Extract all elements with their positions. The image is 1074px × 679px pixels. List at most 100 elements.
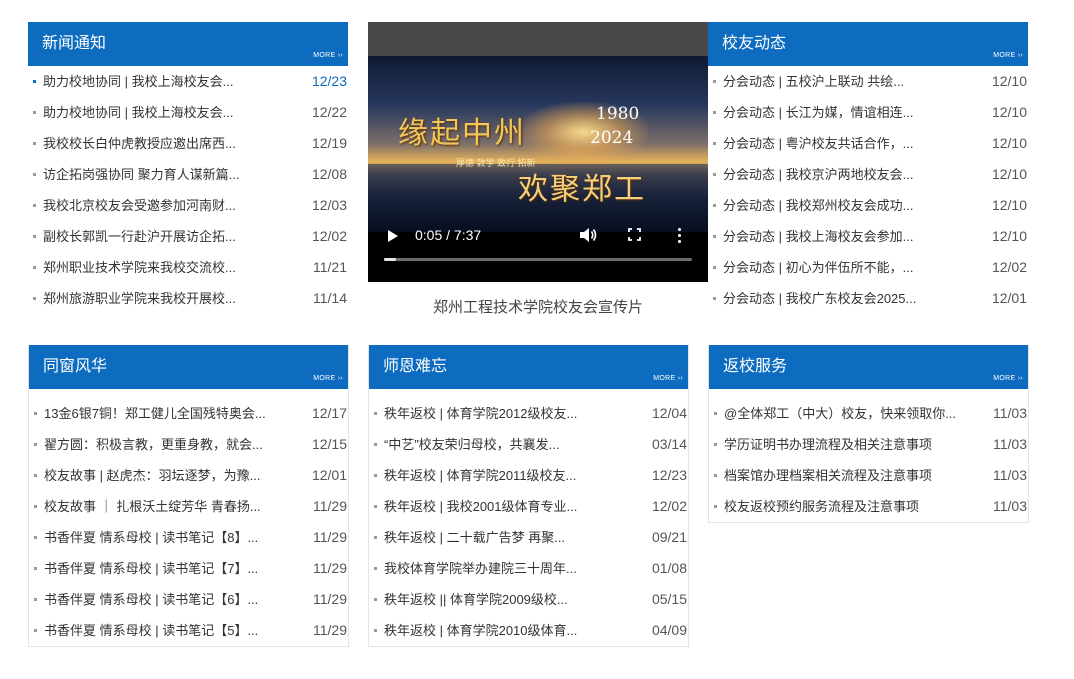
item-title[interactable]: 秩年返校 | 二十载广告梦 再聚... <box>384 522 565 553</box>
list-item[interactable]: 访企拓岗强协同 聚力育人谋新篇... 12/08 <box>28 159 348 190</box>
list-item[interactable]: 校友故事 ｜ 扎根沃土绽芳华 青春扬... 11/29 <box>29 491 348 522</box>
item-date: 11/03 <box>993 436 1027 452</box>
list-item[interactable]: 助力校地协同 | 我校上海校友会... 12/23 <box>28 66 348 97</box>
item-title[interactable]: 秩年返校 || 体育学院2009级校... <box>384 584 568 615</box>
item-title[interactable]: 分会动态 | 长江为媒，情谊相连... <box>723 97 913 128</box>
item-title[interactable]: 书香伴夏 情系母校 | 读书笔记【5】... <box>44 615 258 646</box>
item-title[interactable]: 秩年返校 | 体育学院2010级体育... <box>384 615 577 646</box>
item-title[interactable]: 学历证明书办理流程及相关注意事项 <box>724 429 932 460</box>
news-panel: 新闻通知 MORE ›› 助力校地协同 | 我校上海校友会... 12/23 助力… <box>28 22 348 316</box>
item-date: 11/29 <box>313 560 347 576</box>
more-options-icon[interactable] <box>678 227 682 243</box>
service-more-link[interactable]: MORE ›› <box>993 375 1023 383</box>
list-item[interactable]: 书香伴夏 情系母校 | 读书笔记【7】... 11/29 <box>29 553 348 584</box>
item-title[interactable]: 校友返校预约服务流程及注意事项 <box>724 491 919 522</box>
bullet-icon <box>374 412 377 415</box>
list-item[interactable]: 书香伴夏 情系母校 | 读书笔记【6】... 11/29 <box>29 584 348 615</box>
volume-icon[interactable] <box>579 227 597 243</box>
fullscreen-icon[interactable] <box>628 228 641 241</box>
list-item[interactable]: 郑州旅游职业学院来我校开展校... 11/14 <box>28 283 348 314</box>
item-title[interactable]: 分会动态 | 粤沪校友共话合作，... <box>723 128 913 159</box>
list-item[interactable]: 秩年返校 | 体育学院2010级体育... 04/09 <box>369 615 688 646</box>
list-item[interactable]: 分会动态 | 初心为伴伍所不能，... 12/02 <box>708 252 1028 283</box>
teachers-more-link[interactable]: MORE ›› <box>653 375 683 383</box>
bullet-icon <box>374 567 377 570</box>
list-item[interactable]: @全体郑工（中大）校友，快来领取你... 11/03 <box>709 398 1028 429</box>
list-item[interactable]: 郑州职业技术学院来我校交流校... 11/21 <box>28 252 348 283</box>
item-title[interactable]: 访企拓岗强协同 聚力育人谋新篇... <box>43 159 239 190</box>
item-title[interactable]: 校友故事 | 赵虎杰：羽坛逐梦，为豫... <box>44 460 260 491</box>
item-title[interactable]: 分会动态 | 五校沪上联动 共绘... <box>723 66 904 97</box>
item-title[interactable]: 我校体育学院举办建院三十周年... <box>384 553 577 584</box>
list-item[interactable]: 分会动态 | 长江为媒，情谊相连... 12/10 <box>708 97 1028 128</box>
list-item[interactable]: 分会动态 | 我校郑州校友会成功... 12/10 <box>708 190 1028 221</box>
item-title[interactable]: 书香伴夏 情系母校 | 读书笔记【7】... <box>44 553 258 584</box>
list-item[interactable]: 档案馆办理档案相关流程及注意事项 11/03 <box>709 460 1028 491</box>
news-more-link[interactable]: MORE ›› <box>313 52 343 60</box>
item-title[interactable]: 翟方圆：积极言教，更重身教，就会... <box>44 429 263 460</box>
item-title[interactable]: 郑州职业技术学院来我校交流校... <box>43 252 236 283</box>
list-item[interactable]: 分会动态 | 五校沪上联动 共绘... 12/10 <box>708 66 1028 97</box>
list-item[interactable]: 分会动态 | 我校上海校友会参加... 12/10 <box>708 221 1028 252</box>
item-date: 12/10 <box>991 197 1027 213</box>
list-item[interactable]: 13金6银7铜！郑工健儿全国残特奥会... 12/17 <box>29 398 348 429</box>
video-progress-bar[interactable] <box>384 258 692 261</box>
item-title[interactable]: 助力校地协同 | 我校上海校友会... <box>43 66 233 97</box>
item-title[interactable]: 书香伴夏 情系母校 | 读书笔记【8】... <box>44 522 258 553</box>
item-title[interactable]: 秩年返校 | 体育学院2012级校友... <box>384 398 577 429</box>
item-date: 11/03 <box>993 498 1027 514</box>
bullet-icon <box>713 80 716 83</box>
item-title[interactable]: 我校校长白仲虎教授应邀出席西... <box>43 128 236 159</box>
list-item[interactable]: 秩年返校 || 体育学院2009级校... 05/15 <box>369 584 688 615</box>
item-title[interactable]: “中艺”校友荣归母校，共襄发... <box>384 429 560 460</box>
list-item[interactable]: 副校长郭凯一行赴沪开展访企拓... 12/02 <box>28 221 348 252</box>
news-panel-title: 新闻通知 <box>42 35 107 52</box>
teachers-panel-title: 师恩难忘 <box>383 358 448 375</box>
item-date: 11/29 <box>313 498 347 514</box>
list-item[interactable]: 学历证明书办理流程及相关注意事项 11/03 <box>709 429 1028 460</box>
item-title[interactable]: 分会动态 | 初心为伴伍所不能，... <box>723 252 913 283</box>
item-title[interactable]: @全体郑工（中大）校友，快来领取你... <box>724 398 956 429</box>
alumni-more-link[interactable]: MORE ›› <box>993 52 1023 60</box>
list-item[interactable]: 秩年返校 | 体育学院2012级校友... 12/04 <box>369 398 688 429</box>
list-item[interactable]: 助力校地协同 | 我校上海校友会... 12/22 <box>28 97 348 128</box>
list-item[interactable]: “中艺”校友荣归母校，共襄发... 03/14 <box>369 429 688 460</box>
list-item[interactable]: 我校北京校友会受邀参加河南财... 12/03 <box>28 190 348 221</box>
list-item[interactable]: 秩年返校 | 二十载广告梦 再聚... 09/21 <box>369 522 688 553</box>
item-title[interactable]: 校友故事 ｜ 扎根沃土绽芳华 青春扬... <box>44 491 261 522</box>
alumni-panel-header: 校友动态 MORE ›› <box>708 22 1028 66</box>
list-item[interactable]: 分会动态 | 我校广东校友会2025... 12/01 <box>708 283 1028 314</box>
item-title[interactable]: 我校北京校友会受邀参加河南财... <box>43 190 236 221</box>
list-item[interactable]: 秩年返校 | 体育学院2011级校友... 12/23 <box>369 460 688 491</box>
item-title[interactable]: 13金6银7铜！郑工健儿全国残特奥会... <box>44 398 266 429</box>
play-icon[interactable] <box>388 230 398 242</box>
list-item[interactable]: 校友返校预约服务流程及注意事项 11/03 <box>709 491 1028 522</box>
item-date: 01/08 <box>651 560 687 576</box>
list-item[interactable]: 分会动态 | 我校京沪两地校友会... 12/10 <box>708 159 1028 190</box>
list-item[interactable]: 秩年返校 | 我校2001级体育专业... 12/02 <box>369 491 688 522</box>
item-title[interactable]: 分会动态 | 我校广东校友会2025... <box>723 283 916 314</box>
item-title[interactable]: 副校长郭凯一行赴沪开展访企拓... <box>43 221 236 252</box>
list-item[interactable]: 校友故事 | 赵虎杰：羽坛逐梦，为豫... 12/01 <box>29 460 348 491</box>
item-title[interactable]: 秩年返校 | 体育学院2011级校友... <box>384 460 576 491</box>
classmates-more-link[interactable]: MORE ›› <box>313 375 343 383</box>
item-title[interactable]: 档案馆办理档案相关流程及注意事项 <box>724 460 932 491</box>
item-title[interactable]: 分会动态 | 我校郑州校友会成功... <box>723 190 913 221</box>
item-title[interactable]: 分会动态 | 我校京沪两地校友会... <box>723 159 913 190</box>
list-item[interactable]: 书香伴夏 情系母校 | 读书笔记【5】... 11/29 <box>29 615 348 646</box>
bullet-icon <box>34 598 37 601</box>
video-player[interactable]: 缘起中州 1980 2024 厚德 敦学 致行 拓新 欢聚郑工 0:05 / 7… <box>368 22 708 282</box>
item-title[interactable]: 书香伴夏 情系母校 | 读书笔记【6】... <box>44 584 258 615</box>
item-date: 11/21 <box>313 259 347 275</box>
video-frame[interactable]: 缘起中州 1980 2024 厚德 敦学 致行 拓新 欢聚郑工 <box>368 56 708 232</box>
list-item[interactable]: 我校校长白仲虎教授应邀出席西... 12/19 <box>28 128 348 159</box>
list-item[interactable]: 书香伴夏 情系母校 | 读书笔记【8】... 11/29 <box>29 522 348 553</box>
list-item[interactable]: 翟方圆：积极言教，更重身教，就会... 12/15 <box>29 429 348 460</box>
list-item[interactable]: 分会动态 | 粤沪校友共话合作，... 12/10 <box>708 128 1028 159</box>
list-item[interactable]: 我校体育学院举办建院三十周年... 01/08 <box>369 553 688 584</box>
classmates-panel-title: 同窗风华 <box>43 358 108 375</box>
item-title[interactable]: 助力校地协同 | 我校上海校友会... <box>43 97 233 128</box>
item-title[interactable]: 分会动态 | 我校上海校友会参加... <box>723 221 913 252</box>
item-title[interactable]: 郑州旅游职业学院来我校开展校... <box>43 283 236 314</box>
item-title[interactable]: 秩年返校 | 我校2001级体育专业... <box>384 491 577 522</box>
